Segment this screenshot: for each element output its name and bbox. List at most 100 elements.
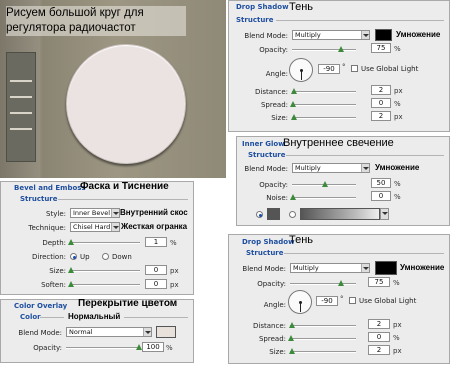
soften-input[interactable]: 0 <box>145 279 167 289</box>
blend-mode-select[interactable]: Multiply <box>292 30 370 40</box>
blend-mode-select[interactable]: Multiply <box>290 263 370 273</box>
distance-slider-thumb[interactable] <box>289 322 296 328</box>
size-slider-thumb[interactable] <box>291 114 298 120</box>
opacity-slider[interactable] <box>292 181 356 187</box>
spread-slider-thumb[interactable] <box>288 335 294 341</box>
noise-slider-thumb[interactable] <box>290 194 296 200</box>
drop-shadow-title: Drop Shadow <box>236 3 289 11</box>
depth-slider-thumb[interactable] <box>68 239 74 245</box>
direction-up-radio[interactable] <box>70 253 77 260</box>
noise-input[interactable]: 0 <box>371 191 391 201</box>
soften-slider-thumb[interactable] <box>68 281 74 287</box>
opacity-slider-thumb[interactable] <box>322 181 328 187</box>
opacity-input[interactable]: 100 <box>142 342 164 352</box>
use-global-light-checkbox[interactable] <box>349 297 356 304</box>
size-input[interactable]: 2 <box>368 345 390 355</box>
overlay-color-swatch[interactable] <box>156 326 176 338</box>
direction-down-radio[interactable] <box>102 253 109 260</box>
use-global-light-label: Use Global Light <box>361 65 419 73</box>
spread-slider[interactable] <box>288 335 356 341</box>
px-unit: px <box>170 267 179 275</box>
depth-slider[interactable] <box>68 239 140 245</box>
opacity-slider[interactable] <box>66 344 142 350</box>
angle-input[interactable]: -90 <box>316 296 338 306</box>
style-select[interactable]: Inner Bevel <box>70 208 120 218</box>
angle-dial[interactable] <box>288 290 312 314</box>
blend-mode-label: Blend Mode: <box>18 329 62 337</box>
blend-mode-label: Blend Mode: <box>244 165 288 173</box>
spread-input[interactable]: 0 <box>371 98 391 108</box>
size-input[interactable]: 2 <box>371 111 391 121</box>
style-ru: Внутренний скос <box>120 208 188 217</box>
distance-slider-thumb[interactable] <box>291 88 298 94</box>
opacity-label: Opacity: <box>259 181 288 189</box>
style-label: Style: <box>46 210 66 218</box>
direction-label: Direction: <box>32 253 66 261</box>
glow-gradient-swatch[interactable] <box>300 208 380 220</box>
noise-slider[interactable] <box>290 194 356 200</box>
spread-input[interactable]: 0 <box>368 332 390 342</box>
size-slider[interactable] <box>68 267 140 273</box>
size-slider-thumb[interactable] <box>68 267 74 273</box>
glow-gradient-radio[interactable] <box>289 211 296 218</box>
soften-slider[interactable] <box>68 281 140 287</box>
degree-unit: ° <box>340 295 344 303</box>
technique-label: Technique: <box>28 224 66 232</box>
distance-slider[interactable] <box>289 322 356 328</box>
blend-mode-select[interactable]: Normal <box>66 327 152 337</box>
opacity-slider-thumb[interactable] <box>136 344 142 350</box>
opacity-input[interactable]: 75 <box>368 277 390 287</box>
size-label: Size: <box>271 114 288 122</box>
blend-mode-ru: Нормальный <box>68 312 121 321</box>
opacity-slider[interactable] <box>292 46 356 52</box>
size-slider[interactable] <box>289 348 356 354</box>
technique-ru: Жесткая огранка <box>121 222 188 231</box>
chevron-down-icon <box>361 264 369 272</box>
opacity-label: Opacity: <box>257 280 286 288</box>
percent-unit: % <box>394 180 401 188</box>
glow-color-radio[interactable] <box>256 211 263 218</box>
glow-color-swatch[interactable] <box>267 208 280 220</box>
use-global-light-checkbox[interactable] <box>351 65 358 72</box>
opacity-slider-thumb[interactable] <box>337 280 344 286</box>
direction-up-label: Up <box>80 253 90 261</box>
chevron-down-icon <box>111 223 119 231</box>
angle-input[interactable]: -90 <box>318 64 340 74</box>
size-slider[interactable] <box>291 114 356 120</box>
shadow-color-swatch[interactable] <box>375 29 392 41</box>
depth-input[interactable]: 1 <box>145 237 167 247</box>
distance-input[interactable]: 2 <box>371 85 391 95</box>
gradient-dropdown[interactable] <box>380 208 389 220</box>
degree-unit: ° <box>342 63 346 71</box>
structure-title: Structure <box>20 195 58 203</box>
spread-slider[interactable] <box>290 101 356 107</box>
percent-unit: % <box>394 45 401 53</box>
opacity-input[interactable]: 50 <box>371 178 391 188</box>
spread-label: Spread: <box>258 335 286 343</box>
color-section-divider <box>124 317 188 318</box>
angle-dial[interactable] <box>289 58 313 82</box>
structure-title: Structure <box>236 16 274 24</box>
preview-slot-line <box>10 96 32 98</box>
px-unit: px <box>394 113 403 121</box>
color-section-divider <box>40 317 64 318</box>
chevron-down-icon <box>143 328 151 336</box>
opacity-input[interactable]: 75 <box>371 43 391 53</box>
distance-input[interactable]: 2 <box>368 319 390 329</box>
opacity-slider[interactable] <box>290 280 356 286</box>
angle-label: Angle: <box>263 301 286 309</box>
size-slider-thumb[interactable] <box>289 348 296 354</box>
shadow-color-swatch[interactable] <box>375 261 397 275</box>
distance-slider[interactable] <box>291 88 356 94</box>
chevron-down-icon <box>361 164 369 172</box>
preview-slot-line <box>10 112 32 114</box>
blend-mode-select[interactable]: Multiply <box>292 163 370 173</box>
blend-mode-label: Blend Mode: <box>244 32 288 40</box>
size-input[interactable]: 0 <box>145 265 167 275</box>
soften-label: Soften: <box>41 281 66 289</box>
blend-mode-ru: Умножение <box>400 263 445 272</box>
technique-select[interactable]: Chisel Hard <box>70 222 120 232</box>
spread-slider-thumb[interactable] <box>290 101 296 107</box>
opacity-slider-thumb[interactable] <box>338 46 344 52</box>
chevron-down-icon <box>361 31 369 39</box>
